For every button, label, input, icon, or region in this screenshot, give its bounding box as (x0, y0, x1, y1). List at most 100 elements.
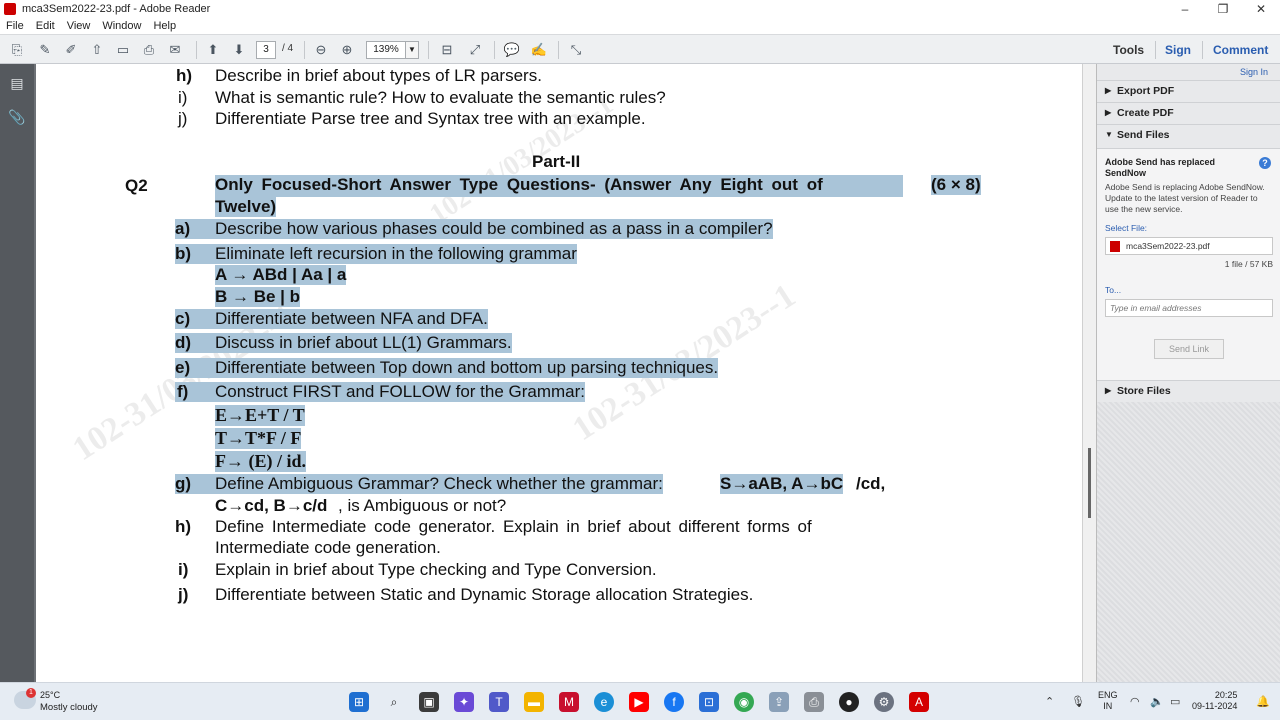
teams-icon[interactable]: T (489, 692, 509, 712)
item-text: Differentiate between NFA and DFA. (215, 309, 488, 329)
item-text: Differentiate between Top down and botto… (215, 358, 719, 378)
page-number-input[interactable]: 3 (256, 41, 276, 59)
adobe-reader-icon (4, 3, 16, 15)
facebook-icon[interactable]: f (664, 692, 684, 712)
selected-file[interactable]: mca3Sem2022-23.pdf (1105, 237, 1273, 255)
chrome-icon[interactable]: ◉ (734, 692, 754, 712)
item-label: j) (178, 109, 188, 128)
chevron-up-icon[interactable]: ⌃ (1045, 695, 1054, 708)
start-icon[interactable]: ⊞ (349, 692, 369, 712)
notification-icon[interactable]: 🔔 (1256, 695, 1270, 708)
email-icon[interactable]: ✉ (166, 41, 184, 59)
sign-in-link[interactable]: Sign In (1240, 67, 1268, 77)
vertical-scrollbar[interactable] (1082, 64, 1096, 682)
copilot-icon[interactable]: ✦ (454, 692, 474, 712)
pane-background (1097, 402, 1280, 682)
edge-icon[interactable]: e (594, 692, 614, 712)
menu-window[interactable]: Window (102, 20, 141, 32)
zoom-dropdown-icon[interactable]: ▼ (405, 41, 419, 59)
toolbar-divider (428, 41, 429, 59)
language-indicator[interactable]: ENG IN (1098, 690, 1118, 712)
battery-icon[interactable]: ▭ (1170, 695, 1180, 708)
menu-edit[interactable]: Edit (36, 20, 55, 32)
item-text: Discuss in brief about LL(1) Grammars. (215, 333, 512, 353)
item-label: j) (178, 585, 189, 604)
file-explorer-icon[interactable]: ▬ (524, 692, 544, 712)
youtube-icon[interactable]: ▶ (629, 692, 649, 712)
wifi-icon[interactable]: ◠ (1130, 695, 1140, 708)
grammar-rule: T→T*F / F (215, 428, 302, 449)
menu-help[interactable]: Help (153, 20, 176, 32)
email-input[interactable]: Type in email addresses (1105, 299, 1273, 317)
app-icon[interactable]: ⇪ (769, 692, 789, 712)
help-icon[interactable]: ? (1259, 157, 1271, 169)
printer-icon[interactable]: ⎙ (804, 692, 824, 712)
volume-icon[interactable]: 🔈 (1150, 695, 1164, 708)
question-heading-cont: Twelve) (215, 197, 277, 217)
item-text: Define Intermediate code generator. Expl… (215, 517, 812, 536)
page-thumbnails-icon[interactable]: ▤ (8, 74, 26, 92)
save-icon[interactable]: ▭ (114, 41, 132, 59)
maximize-button[interactable]: ❐ (1204, 0, 1242, 18)
item-text: Define Ambiguous Grammar? Check whether … (215, 474, 663, 494)
edit-icon[interactable]: ✐ (62, 41, 80, 59)
upload-icon[interactable]: ⇧ (88, 41, 106, 59)
print-icon[interactable]: ⎙ (140, 41, 158, 59)
temperature[interactable]: 25°C (40, 690, 60, 700)
item-text: Describe how various phases could be com… (215, 219, 773, 239)
question-label: Q2 (125, 176, 148, 195)
minimize-button[interactable]: – (1166, 0, 1204, 18)
item-text-cont: , is Ambiguous or not? (338, 496, 507, 515)
expand-icon[interactable]: ⤡ (567, 41, 585, 59)
toolbar: ⎘ ✎ ✐ ⇧ ▭ ⎙ ✉ ⬆ ⬇ 3 / 4 ⊖ ⊕ 139% ▼ ⊟ ⤢ 💬… (0, 34, 1280, 64)
toolbar-divider (558, 41, 559, 59)
part-heading: Part-II (532, 152, 581, 171)
grammar-rule: A → ABd | Aa | a (215, 265, 347, 285)
item-label: h) (175, 517, 192, 536)
zoom-in-icon[interactable]: ⊕ (338, 41, 356, 59)
comment-icon[interactable]: 💬 (503, 41, 521, 59)
create-pdf-section[interactable]: ▶ Create PDF (1097, 102, 1280, 122)
fit-width-icon[interactable]: ⤢ (466, 41, 484, 59)
next-page-icon[interactable]: ⬇ (230, 41, 248, 59)
menu-view[interactable]: View (67, 20, 91, 32)
create-icon[interactable]: ⎘ (8, 41, 26, 59)
region-code: IN (1103, 701, 1113, 711)
send-files-section[interactable]: ▼ Send Files (1097, 124, 1280, 144)
open-icon[interactable]: ✎ (36, 41, 54, 59)
time: 20:25 (1214, 690, 1238, 700)
section-label: Export PDF (1117, 85, 1175, 97)
store-icon[interactable]: ⊡ (699, 692, 719, 712)
store-files-section[interactable]: ▶ Store Files (1097, 380, 1280, 400)
send-link-button[interactable]: Send Link (1154, 339, 1224, 359)
app-icon[interactable]: ● (839, 692, 859, 712)
weather-description[interactable]: Mostly cloudy (40, 702, 98, 713)
mcafee-icon[interactable]: M (559, 692, 579, 712)
task-view-icon[interactable]: ▣ (419, 692, 439, 712)
toolbar-divider (494, 41, 495, 59)
search-icon[interactable]: ⌕ (384, 692, 404, 712)
item-label: h) (176, 66, 193, 85)
menu-file[interactable]: File (6, 20, 24, 32)
zoom-out-icon[interactable]: ⊖ (312, 41, 330, 59)
fit-page-icon[interactable]: ⊟ (438, 41, 456, 59)
adobe-reader-taskbar-icon[interactable]: A (909, 692, 929, 712)
previous-page-icon[interactable]: ⬆ (204, 41, 222, 59)
scrollbar-thumb[interactable] (1088, 448, 1091, 518)
navigation-pane: ▤ 📎 (0, 64, 34, 682)
export-pdf-section[interactable]: ▶ Export PDF (1097, 80, 1280, 100)
comment-button[interactable]: Comment (1213, 43, 1268, 57)
attachments-icon[interactable]: 📎 (8, 108, 26, 126)
document-view[interactable]: 102-31/03/2023--1 102-31/03/2023--1 102-… (34, 64, 1082, 682)
close-button[interactable]: ✕ (1242, 0, 1280, 18)
microphone-icon[interactable]: 🎙 (1071, 695, 1085, 708)
to-label: To... (1105, 285, 1122, 295)
zoom-input[interactable]: 139% (366, 41, 406, 59)
tools-button[interactable]: Tools (1113, 43, 1144, 57)
sign-button[interactable]: Sign (1165, 43, 1191, 57)
highlight-icon[interactable]: ✍ (530, 41, 548, 59)
settings-icon[interactable]: ⚙ (874, 692, 894, 712)
section-label: Send Files (1117, 129, 1170, 141)
toolbar-divider (1202, 41, 1203, 59)
clock[interactable]: 20:25 09-11-2024 (1192, 690, 1237, 712)
